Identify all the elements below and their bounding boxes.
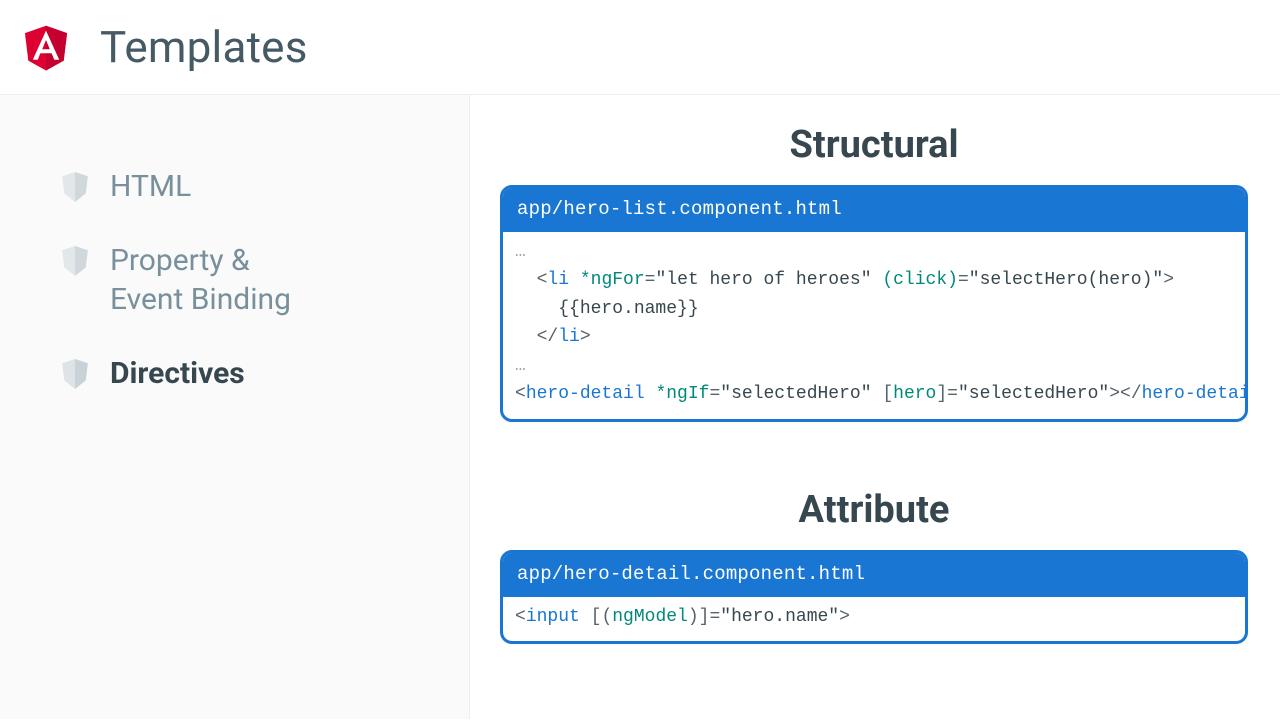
section-spacer xyxy=(500,422,1248,488)
section-title: Attribute xyxy=(500,488,1248,532)
code-filename: app/hero-detail.component.html xyxy=(503,553,1245,597)
code-filename: app/hero-list.component.html xyxy=(503,188,1245,232)
code-body: <input [(ngModel)]="hero.name"> xyxy=(503,597,1245,641)
code-card: app/hero-detail.component.html<input [(n… xyxy=(500,550,1248,644)
page-title: Templates xyxy=(100,21,308,73)
section-title: Structural xyxy=(500,123,1248,167)
sidebar-item-directives[interactable]: Directives xyxy=(62,354,429,394)
sidebar-item-html[interactable]: HTML xyxy=(62,167,429,207)
code-body: … <li *ngFor="let hero of heroes" (click… xyxy=(503,232,1245,419)
code-card: app/hero-list.component.html… <li *ngFor… xyxy=(500,185,1248,422)
sidebar-item-label: Property &Event Binding xyxy=(110,241,291,320)
header: Templates xyxy=(0,0,1280,95)
sidebar-item-label: HTML xyxy=(110,167,191,207)
angular-logo-icon xyxy=(18,18,74,76)
shield-icon xyxy=(62,359,88,389)
content: Structural app/hero-list.component.html… … xyxy=(470,95,1280,719)
shield-icon xyxy=(62,246,88,276)
body: HTML Property &Event Binding Directives St… xyxy=(0,95,1280,719)
shield-icon xyxy=(62,172,88,202)
sidebar-item-label: Directives xyxy=(110,354,245,394)
sidebar-item-property-event-binding[interactable]: Property &Event Binding xyxy=(62,241,429,320)
sidebar: HTML Property &Event Binding Directives xyxy=(0,95,470,719)
